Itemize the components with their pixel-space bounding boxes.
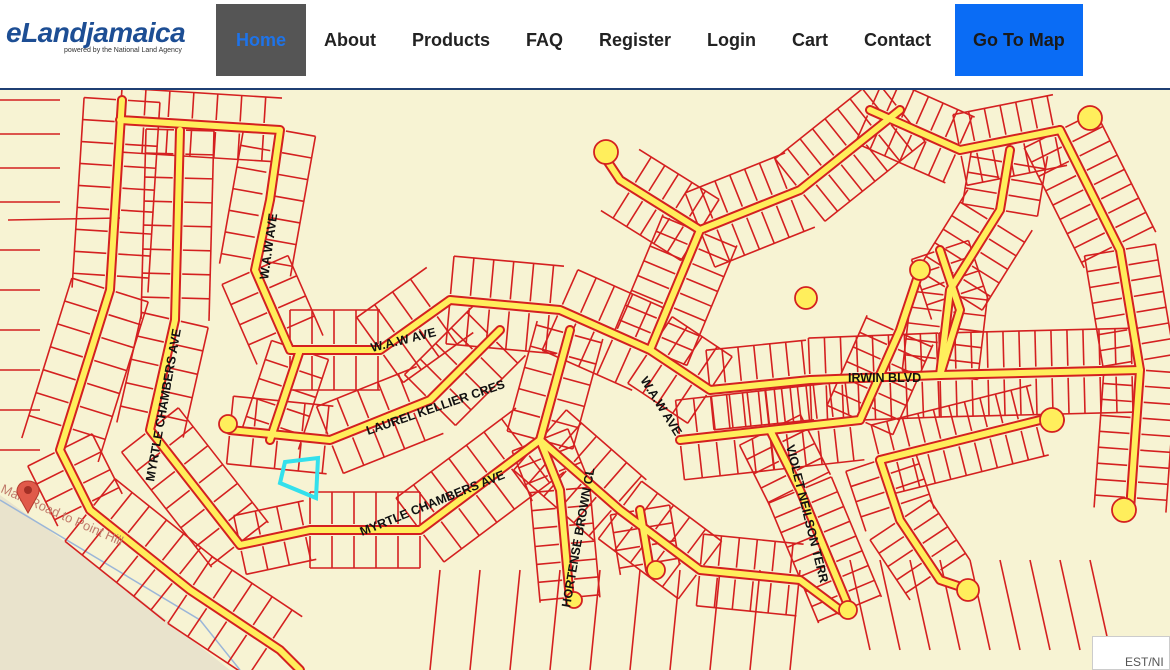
parcel-boundary: [939, 380, 942, 418]
parcel-boundary: [182, 273, 211, 276]
nav-home[interactable]: Home: [216, 4, 306, 76]
parcel-boundary: [1003, 379, 1006, 416]
parcel-boundary: [1002, 331, 1005, 368]
parcel-boundary: [181, 297, 210, 300]
parcel-boundary: [144, 200, 173, 203]
nav-login[interactable]: Login: [689, 4, 774, 76]
parcel-boundary: [1115, 376, 1118, 413]
parcel-boundary: [1050, 330, 1053, 367]
parcel-boundary: [1034, 330, 1037, 367]
parcel-boundary: [142, 248, 171, 251]
main-nav: Home About Products FAQ Register Login C…: [216, 4, 1083, 76]
parcel-boundary: [182, 249, 211, 252]
go-to-map-button[interactable]: Go To Map: [955, 4, 1083, 76]
parcel-boundary: [184, 177, 213, 180]
parcel-boundary: [143, 224, 172, 227]
parcel-boundary: [1067, 377, 1070, 414]
logo-title: eLandjamaica: [6, 17, 186, 48]
site-logo[interactable]: eLandjamaica powered by the National Lan…: [6, 17, 186, 55]
parcel-boundary: [955, 380, 958, 417]
parcel-boundary: [142, 272, 171, 275]
parcel-boundary: [185, 153, 214, 156]
nav-contact[interactable]: Contact: [846, 4, 949, 76]
parcel-boundary: [987, 379, 990, 416]
parcel-boundary: [1035, 378, 1038, 415]
parcel-boundary: [1114, 328, 1117, 365]
street-label-irwin-blvd: IRWIN BLVD: [848, 371, 921, 385]
parcel-boundary: [145, 128, 175, 131]
nav-register[interactable]: Register: [581, 4, 689, 76]
parcel-boundary: [144, 176, 173, 179]
parcel-boundary: [1083, 377, 1086, 414]
nav-faq[interactable]: FAQ: [508, 4, 581, 76]
parcel-boundary: [1066, 329, 1069, 366]
parcel-boundary: [145, 152, 174, 155]
nav-about[interactable]: About: [306, 4, 394, 76]
parcel-map[interactable]: W.A.W AVE W.A.W AVE W.A.W AVE MYRTLE CHA…: [0, 90, 1170, 670]
parcel-boundary: [183, 225, 212, 228]
parcel-boundary: [1082, 329, 1085, 366]
parcel-boundary: [971, 380, 974, 417]
nav-cart[interactable]: Cart: [774, 4, 846, 76]
map-scale-widget: EST/NI: [1092, 636, 1170, 670]
nav-products[interactable]: Products: [394, 4, 508, 76]
parcel-boundary: [141, 296, 170, 299]
site-header: eLandjamaica powered by the National Lan…: [0, 0, 1170, 90]
parcel-boundary: [1019, 378, 1022, 416]
parcel-boundary: [986, 331, 989, 368]
logo-tagline: powered by the National Land Agency: [64, 47, 182, 54]
parcel-boundary: [184, 201, 213, 204]
parcel-boundary: [1018, 330, 1021, 368]
